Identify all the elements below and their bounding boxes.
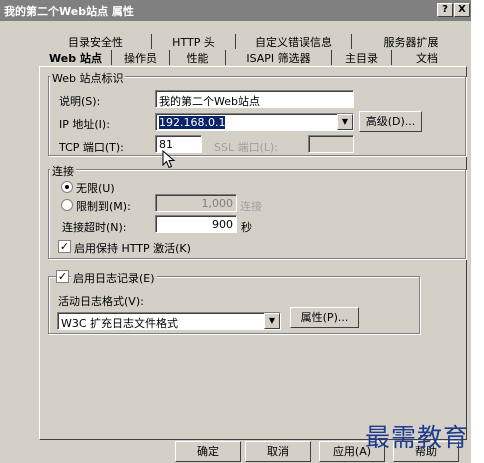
limited-label: 限制到(M): xyxy=(76,200,131,213)
ip-address-label: IP 地址(I): xyxy=(59,118,110,131)
tab-strip: 目录安全性 HTTP 头 自定义错误信息 服务器扩展 Web 站点 操作员 性能… xyxy=(0,33,471,67)
window-title: 我的第二个Web站点 属性 xyxy=(4,5,134,18)
tab-documents[interactable]: 文档 xyxy=(392,50,462,65)
chevron-down-icon[interactable]: ▼ xyxy=(264,313,280,329)
description-input[interactable]: 我的第二个Web站点 xyxy=(155,90,354,108)
timeout-input[interactable]: 900 xyxy=(155,215,237,233)
log-properties-button[interactable]: 属性(P)... xyxy=(290,307,359,328)
tab-server-extensions[interactable]: 服务器扩展 xyxy=(356,34,466,49)
cancel-button[interactable]: 取消 xyxy=(245,441,311,462)
connection-legend: 连接 xyxy=(50,163,76,179)
ssl-port-label: SSL 端口(L): xyxy=(214,141,279,154)
connection-limit-unit: 连接 xyxy=(240,200,262,213)
log-format-label: 活动日志格式(V): xyxy=(58,295,144,308)
ip-address-select[interactable]: 192.168.0.1 ▼ xyxy=(155,113,354,131)
keepalive-checkbox[interactable]: ✓ xyxy=(58,240,71,253)
advanced-button[interactable]: 高级(D)... xyxy=(359,111,422,132)
close-title-button[interactable]: X xyxy=(454,3,470,17)
ssl-port-input[interactable] xyxy=(308,135,354,153)
keepalive-label: 启用保持 HTTP 激活(K) xyxy=(74,242,191,255)
timeout-unit: 秒 xyxy=(241,221,252,234)
watermark: 最需教育 xyxy=(365,423,470,452)
log-format-value: W3C 扩充日志文件格式 xyxy=(61,317,179,330)
site-identification-legend: Web 站点标识 xyxy=(50,70,126,86)
tab-home-directory[interactable]: 主目录 xyxy=(332,50,392,65)
background-strip xyxy=(471,0,484,463)
tcp-port-label: TCP 端口(T): xyxy=(59,141,124,154)
unlimited-label: 无限(U) xyxy=(76,182,115,195)
mouse-cursor-icon xyxy=(162,150,176,169)
unlimited-radio[interactable] xyxy=(61,181,73,193)
chevron-down-icon[interactable]: ▼ xyxy=(337,114,353,130)
ok-button[interactable]: 确定 xyxy=(175,441,241,462)
tab-performance[interactable]: 性能 xyxy=(170,50,226,65)
enable-logging-label: 启用日志记录(E) xyxy=(71,270,157,286)
tab-http-headers[interactable]: HTTP 头 xyxy=(152,34,236,49)
tab-directory-security[interactable]: 目录安全性 xyxy=(40,34,152,49)
tab-isapi-filters[interactable]: ISAPI 筛选器 xyxy=(226,50,332,65)
description-label: 说明(S): xyxy=(59,95,101,108)
limited-radio[interactable] xyxy=(61,199,73,211)
tab-web-site[interactable]: Web 站点 xyxy=(40,50,112,65)
timeout-label: 连接超时(N): xyxy=(62,221,127,234)
log-format-select[interactable]: W3C 扩充日志文件格式 ▼ xyxy=(57,312,281,330)
properties-dialog: 我的第二个Web站点 属性 ? X 目录安全性 HTTP 头 自定义错误信息 服… xyxy=(0,0,471,463)
enable-logging-checkbox[interactable]: ✓ xyxy=(56,270,69,283)
title-bar: 我的第二个Web站点 属性 ? X xyxy=(0,0,471,21)
tab-custom-errors[interactable]: 自定义错误信息 xyxy=(236,34,352,49)
ip-address-value: 192.168.0.1 xyxy=(159,116,226,129)
tab-operators[interactable]: 操作员 xyxy=(112,50,170,65)
help-title-button[interactable]: ? xyxy=(437,3,453,17)
connection-limit-input[interactable]: 1,000 xyxy=(155,194,237,212)
